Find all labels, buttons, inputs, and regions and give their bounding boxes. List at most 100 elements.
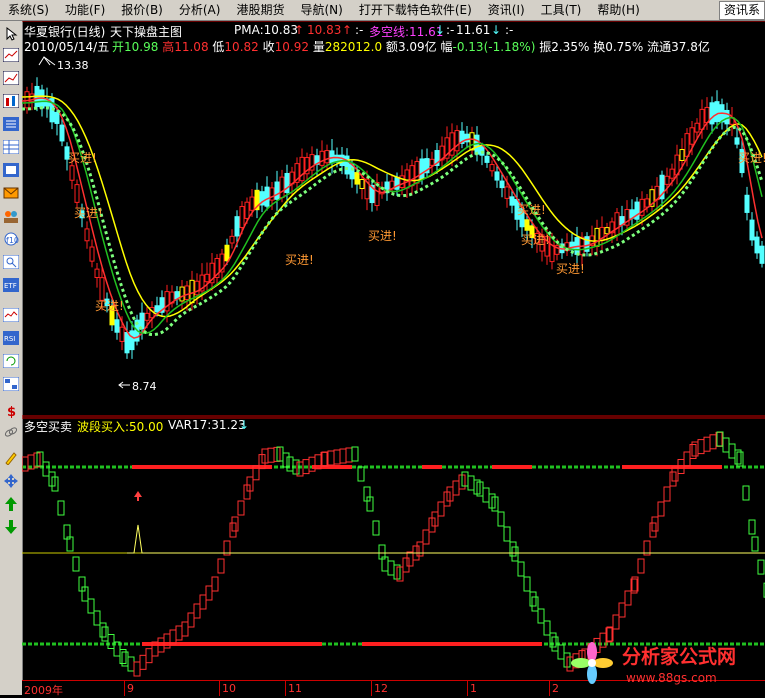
minute-chart-icon[interactable] xyxy=(2,46,20,64)
osc-step xyxy=(145,648,153,664)
turnover-label: 换 xyxy=(593,40,606,54)
cursor-icon[interactable] xyxy=(2,25,20,43)
sub-indicator-1: 波段买入:50.00 xyxy=(77,420,164,434)
svg-text:$: $ xyxy=(7,405,16,418)
menu-info[interactable]: 资讯(I) xyxy=(480,0,533,20)
x-label: 1 xyxy=(470,682,477,695)
close-label: 收 xyxy=(262,40,275,54)
osc-step xyxy=(543,620,551,636)
news-icon[interactable] xyxy=(2,161,20,179)
osc-step xyxy=(237,500,245,516)
rsi-icon[interactable]: RSI xyxy=(2,329,20,347)
zoom-icon[interactable] xyxy=(2,253,20,271)
list-icon[interactable] xyxy=(2,115,20,133)
grid-icon[interactable] xyxy=(2,138,20,156)
osc-step xyxy=(497,511,505,527)
osc-step xyxy=(267,447,275,463)
x-label: 2009年 xyxy=(24,684,63,697)
info-ohlc: 开10.98 高11.08 低10.82 收10.92 量282012.0 额3… xyxy=(112,38,710,55)
osc-step xyxy=(722,437,730,453)
users-icon[interactable] xyxy=(2,207,20,225)
svg-text:f10: f10 xyxy=(6,236,19,245)
pencil-icon[interactable] xyxy=(2,449,20,467)
candle xyxy=(204,273,210,283)
candle xyxy=(269,187,275,201)
buy-signal: 买进! xyxy=(556,262,585,276)
up-arrow-icon[interactable] xyxy=(2,495,20,513)
candle xyxy=(644,198,650,208)
chart-area[interactable]: 华夏银行(日线) 天下操盘主图 PMA:10.83 ↑ 10.83 ↑ :- 多… xyxy=(22,21,765,695)
dollar-icon[interactable]: $ xyxy=(2,402,20,420)
candle xyxy=(759,245,765,264)
candle xyxy=(144,312,150,321)
candle xyxy=(404,169,410,189)
kline-icon[interactable] xyxy=(2,69,20,87)
osc-step xyxy=(618,602,626,618)
menu-download[interactable]: 打开下载特色软件(E) xyxy=(351,0,480,20)
move-icon[interactable] xyxy=(2,472,20,490)
menu-system[interactable]: 系统(S) xyxy=(0,0,57,20)
menu-analysis[interactable]: 分析(A) xyxy=(171,0,229,20)
candle xyxy=(524,219,530,231)
osc-step xyxy=(437,501,445,517)
candle xyxy=(359,178,365,190)
min-price-label: 8.74 xyxy=(132,380,157,393)
menu-function[interactable]: 功能(F) xyxy=(57,0,113,20)
candle xyxy=(744,194,750,213)
volume-label: 量 xyxy=(312,40,325,54)
mail-icon[interactable] xyxy=(2,184,20,202)
candle xyxy=(409,165,415,187)
osc-step xyxy=(467,475,475,491)
osc-step xyxy=(482,487,490,503)
down-arrow-icon[interactable] xyxy=(2,518,20,536)
indicator-icon[interactable] xyxy=(2,306,20,324)
arrow-extra-1: :- xyxy=(355,23,364,37)
candle xyxy=(234,216,240,237)
link-icon[interactable] xyxy=(2,423,20,441)
change-value: -0.13(-1.18%) xyxy=(452,40,536,54)
window-icon[interactable] xyxy=(2,375,20,393)
osc-step xyxy=(703,436,711,452)
osc-step xyxy=(402,557,410,573)
menu-quote[interactable]: 报价(B) xyxy=(113,0,171,20)
bar-chart-icon[interactable] xyxy=(2,92,20,110)
max-price-label: 13.38 xyxy=(57,59,89,72)
f10-icon[interactable]: f10 xyxy=(2,230,20,248)
candle xyxy=(604,227,610,235)
osc-step xyxy=(211,576,219,592)
osc-step xyxy=(612,614,620,630)
candle xyxy=(239,206,245,228)
candle xyxy=(124,332,130,354)
candle xyxy=(344,155,350,175)
osc-step xyxy=(199,594,207,610)
osc-step xyxy=(517,561,525,577)
sub-indicator-arrow: ↓ xyxy=(239,418,250,432)
osc-step xyxy=(127,656,135,672)
candle xyxy=(684,133,690,157)
candle xyxy=(709,102,715,125)
menu-navigation[interactable]: 导航(N) xyxy=(292,0,350,20)
candle xyxy=(279,176,285,199)
candle xyxy=(694,122,700,133)
watermark-url: www.88gs.com xyxy=(626,671,717,685)
info-system-button[interactable]: 资讯系 xyxy=(718,1,765,20)
osc-step xyxy=(509,541,517,557)
osc-step xyxy=(531,596,539,612)
osc-step xyxy=(175,625,183,641)
osc-step xyxy=(99,622,107,638)
osc-step xyxy=(748,519,756,535)
open-label: 开 xyxy=(112,40,125,54)
menu-tools[interactable]: 工具(T) xyxy=(533,0,590,20)
menu-hk-futures[interactable]: 港股期货 xyxy=(228,0,292,20)
volume-value: 282012.0 xyxy=(324,40,383,54)
buy-signal: 买进! xyxy=(368,229,397,243)
menu-help[interactable]: 帮助(H) xyxy=(589,0,647,20)
etf-icon[interactable]: ETF xyxy=(2,276,20,294)
osc-step xyxy=(217,558,225,574)
refresh-icon[interactable] xyxy=(2,352,20,370)
sub-indicator-lines xyxy=(22,465,765,646)
osc-step xyxy=(187,612,195,628)
sub-red-segments xyxy=(132,465,722,646)
watermark-logo: 分析家公式网 www.88gs.com xyxy=(566,637,765,695)
buy-signal: 买进! xyxy=(74,206,103,220)
